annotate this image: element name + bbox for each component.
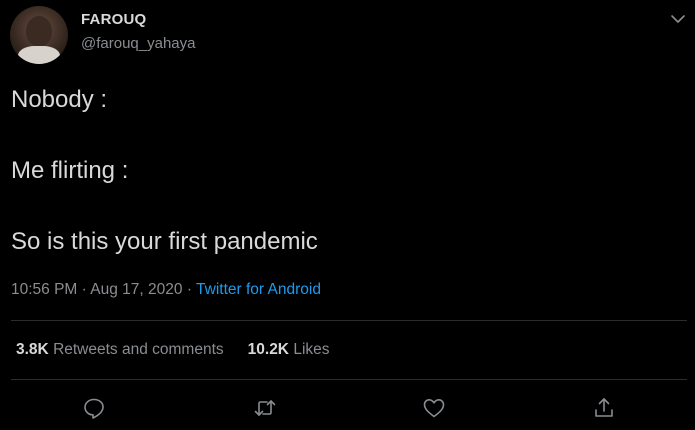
likes-stat[interactable]: 10.2K Likes (248, 341, 330, 358)
heart-icon[interactable] (421, 395, 447, 421)
author-display-name[interactable]: FAROUQ (81, 11, 146, 28)
tweet-meta: 10:56 PM · Aug 17, 2020 · Twitter for An… (11, 281, 321, 299)
meta-separator: · (81, 281, 87, 298)
retweets-label: Retweets and comments (53, 341, 224, 358)
tweet-date[interactable]: Aug 17, 2020 (90, 281, 182, 298)
author-handle[interactable]: @farouq_yahaya (81, 35, 195, 52)
tweet-card: FAROUQ @farouq_yahaya Nobody : Me flirti… (0, 0, 695, 430)
avatar-face (26, 16, 52, 46)
meta-separator: · (186, 281, 193, 298)
tweet-text-line-2: Me flirting : (11, 157, 129, 184)
likes-count: 10.2K (247, 341, 290, 358)
likes-label: Likes (293, 341, 330, 358)
retweet-icon[interactable] (252, 395, 278, 421)
retweets-count: 3.8K (16, 341, 49, 358)
tweet-text-line-1: Nobody : (11, 86, 108, 113)
tweet-stats: 3.8K Retweets and comments 10.2K Likes (16, 341, 330, 359)
tweet-text-line-3: So is this your first pandemic (11, 228, 318, 255)
retweets-stat[interactable]: 3.8K Retweets and comments (16, 341, 224, 358)
divider (11, 320, 687, 321)
reply-icon[interactable] (81, 395, 107, 421)
avatar[interactable] (10, 6, 68, 64)
share-icon[interactable] (591, 395, 617, 421)
tweet-source-link[interactable]: Twitter for Android (196, 281, 321, 298)
divider (11, 379, 687, 380)
avatar-shirt (18, 46, 60, 64)
tweet-time[interactable]: 10:56 PM (11, 281, 77, 298)
chevron-down-icon[interactable] (669, 10, 687, 28)
